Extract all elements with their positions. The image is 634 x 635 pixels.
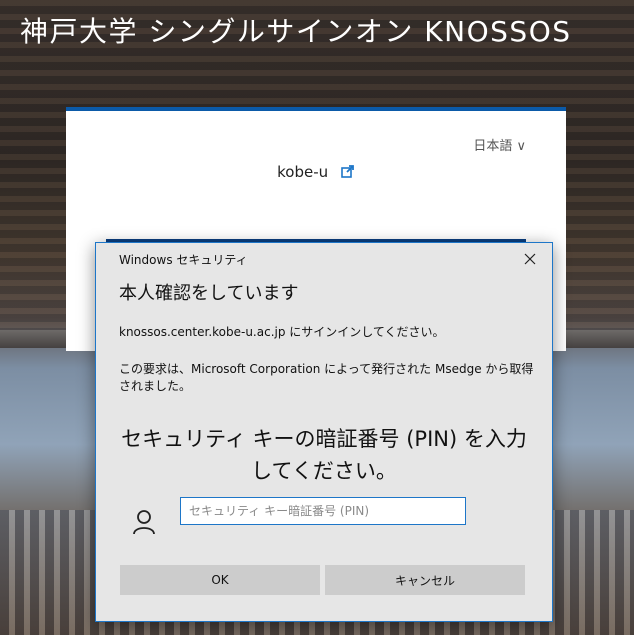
ok-button[interactable]: OK: [120, 565, 320, 595]
language-selector[interactable]: 日本語 ∨: [473, 135, 526, 154]
pin-input[interactable]: [180, 497, 466, 525]
external-link-icon[interactable]: [341, 164, 355, 182]
user-icon: [132, 509, 156, 539]
site-title: 神戸大学 シングルサインオン KNOSSOS: [20, 15, 572, 48]
pin-prompt-title: セキュリティ キーの暗証番号 (PIN) を入力してください。: [121, 427, 527, 483]
close-icon[interactable]: [516, 246, 544, 272]
organization-label: kobe-u: [277, 163, 329, 181]
cancel-button[interactable]: キャンセル: [325, 565, 525, 595]
dialog-caption: Windows セキュリティ: [119, 253, 248, 267]
organization-name: kobe-u: [66, 163, 566, 182]
dialog-heading: 本人確認をしています: [119, 283, 299, 304]
dialog-request-message: この要求は、Microsoft Corporation によって発行された Ms…: [119, 362, 534, 393]
dialog-signin-message: knossos.center.kobe-u.ac.jp にサインインしてください…: [119, 325, 445, 339]
windows-security-dialog: Windows セキュリティ 本人確認をしています knossos.center…: [95, 242, 553, 622]
